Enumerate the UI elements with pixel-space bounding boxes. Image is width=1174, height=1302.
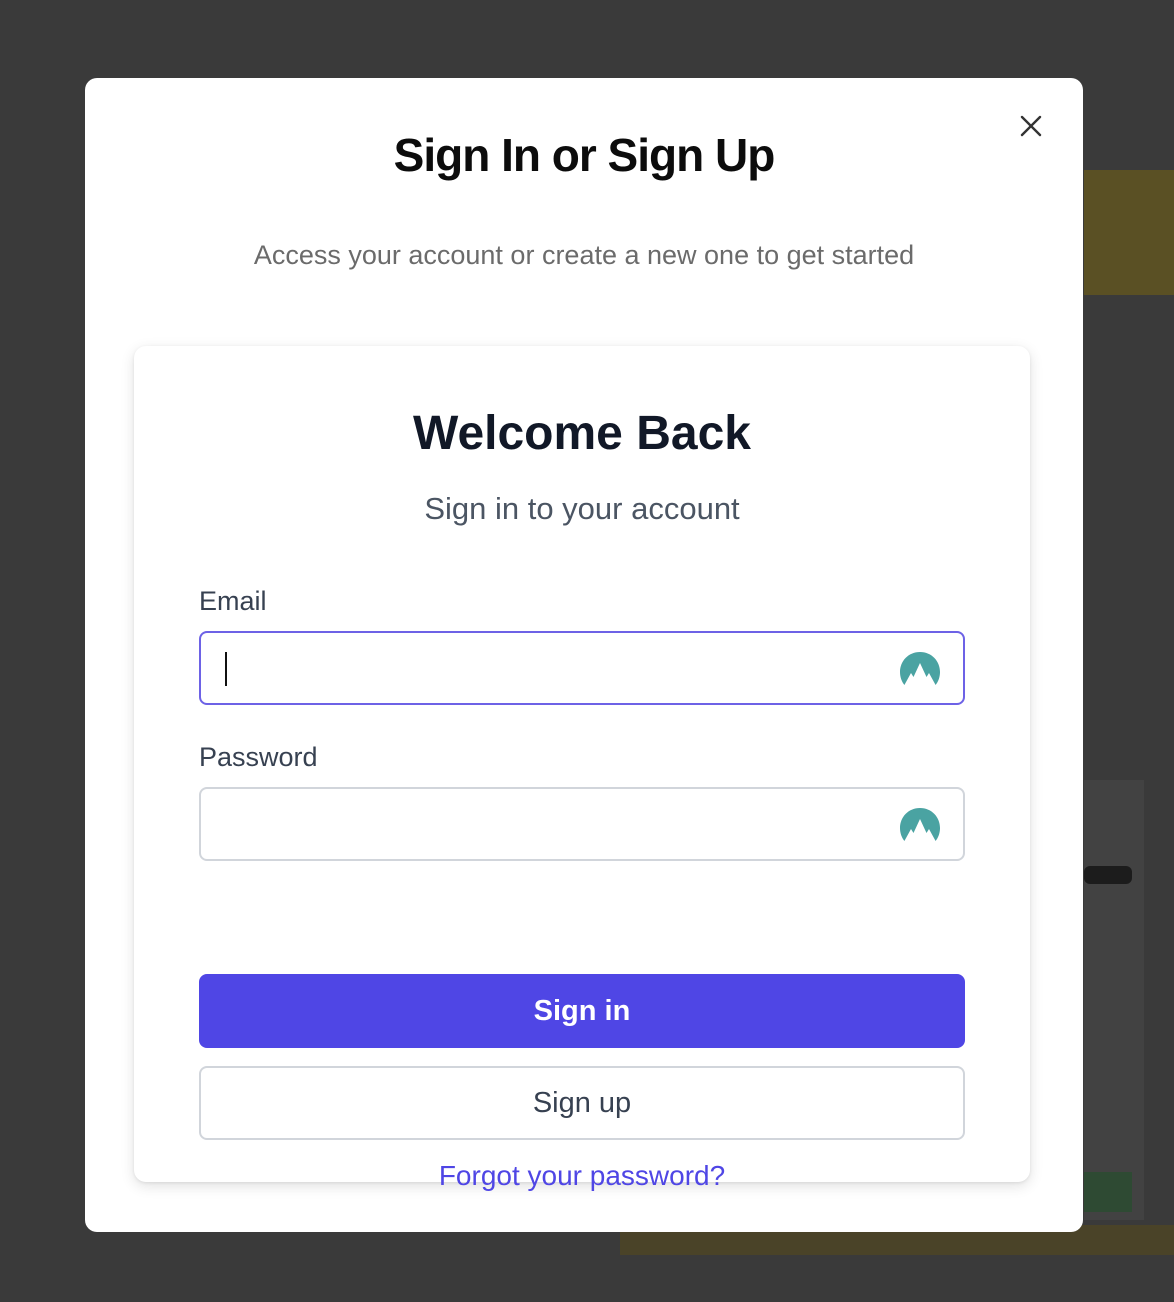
background-bar — [1084, 866, 1132, 884]
password-field[interactable] — [201, 789, 963, 859]
text-cursor — [225, 652, 227, 686]
sign-up-button[interactable]: Sign up — [199, 1066, 965, 1140]
modal-title: Sign In or Sign Up — [393, 129, 776, 181]
password-label: Password — [199, 742, 318, 772]
email-field[interactable] — [201, 633, 963, 703]
sign-in-button[interactable]: Sign in — [199, 974, 965, 1048]
forgot-password-link[interactable]: Forgot your password? — [134, 1160, 1030, 1192]
password-field-wrapper — [199, 787, 965, 861]
auth-modal: Sign In or Sign Up Access your account o… — [85, 78, 1083, 1232]
nordpass-autofill-icon[interactable] — [899, 807, 941, 843]
background-banner — [1084, 170, 1174, 295]
sign-in-card: Welcome Back Sign in to your account Ema… — [134, 346, 1030, 1191]
modal-subtitle: Access your account or create a new one … — [253, 240, 915, 270]
email-field-wrapper — [199, 631, 965, 705]
card-subtitle: Sign in to your account — [424, 491, 740, 526]
nordpass-autofill-icon[interactable] — [899, 651, 941, 687]
background-card — [1084, 780, 1144, 1220]
card-title: Welcome Back — [413, 407, 751, 460]
background-button — [1084, 1172, 1132, 1212]
email-label: Email — [199, 586, 267, 616]
